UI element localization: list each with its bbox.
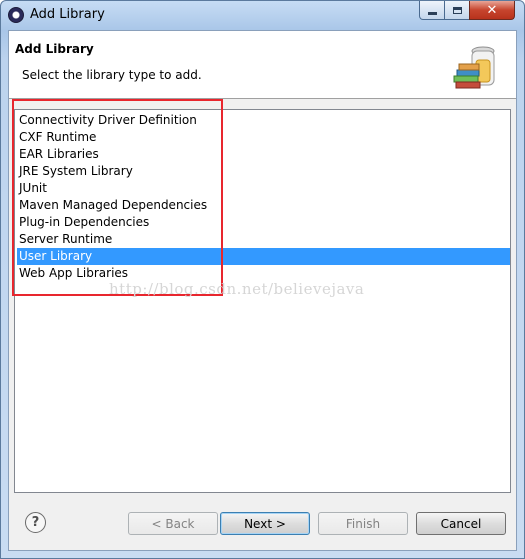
title-bar[interactable]: Add Library ✕ [1,1,524,29]
list-item[interactable]: Maven Managed Dependencies [17,197,510,214]
cancel-button[interactable]: Cancel [416,512,506,535]
list-item[interactable]: Server Runtime [17,231,510,248]
close-button[interactable]: ✕ [469,1,515,20]
window-title: Add Library [30,7,105,22]
help-icon[interactable]: ? [25,512,46,533]
eclipse-icon [8,7,24,23]
minimize-button[interactable] [419,1,445,20]
add-library-window: Add Library ✕ Add Library Select the lib… [0,0,525,559]
maximize-icon [452,6,462,14]
maximize-button[interactable] [444,1,470,20]
back-button[interactable]: < Back [128,512,218,535]
wizard-header: Add Library Select the library type to a… [9,31,516,99]
dialog-client-area: Add Library Select the library type to a… [8,30,517,551]
finish-button[interactable]: Finish [318,512,408,535]
next-button[interactable]: Next > [220,512,310,535]
list-item[interactable]: Connectivity Driver Definition [17,112,510,129]
close-icon: ✕ [486,2,498,18]
list-item[interactable]: User Library [17,248,510,265]
library-type-list[interactable]: Connectivity Driver Definition CXF Runtim… [14,109,511,493]
list-item[interactable]: Web App Libraries [17,265,510,282]
list-item[interactable]: JUnit [17,180,510,197]
list-item[interactable]: Plug-in Dependencies [17,214,510,231]
page-description: Select the library type to add. [22,68,202,82]
list-item[interactable]: CXF Runtime [17,129,510,146]
library-jar-books-icon [453,46,495,89]
list-item[interactable]: EAR Libraries [17,146,510,163]
minimize-icon [427,11,437,15]
page-title: Add Library [15,42,94,56]
list-item[interactable]: JRE System Library [17,163,510,180]
